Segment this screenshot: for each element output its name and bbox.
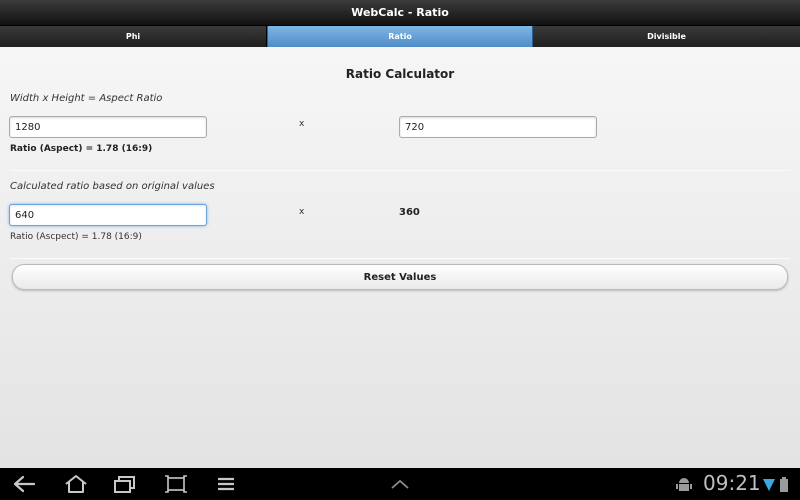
reset-values-label: Reset Values — [363, 271, 437, 283]
android-icon — [676, 478, 692, 491]
app-title-bar: WebCalc - Ratio — [0, 0, 800, 26]
aspect-result: Ratio (Aspect) = 1.78 (16:9) — [10, 144, 153, 154]
main-content: Ratio Calculator Width x Height = Aspect… — [0, 47, 800, 468]
up-chevron-icon[interactable] — [387, 473, 413, 495]
recent-apps-icon[interactable] — [112, 473, 138, 495]
menu-icon[interactable] — [213, 473, 239, 495]
times-sign: x — [299, 119, 305, 129]
calculated-height-value: 360 — [399, 207, 420, 218]
times-sign: x — [299, 207, 305, 217]
new-width-input[interactable] — [9, 204, 207, 226]
battery-icon — [780, 477, 788, 492]
section2-label: Calculated ratio based on original value… — [10, 181, 215, 192]
tab-divisible-label: Divisible — [647, 32, 686, 41]
tab-ratio[interactable]: Ratio — [267, 26, 533, 47]
section1-label: Width x Height = Aspect Ratio — [10, 93, 163, 104]
tab-bar: Phi Ratio Divisible — [0, 26, 800, 47]
back-icon[interactable] — [11, 473, 37, 495]
reset-values-button[interactable]: Reset Values — [12, 264, 788, 290]
home-icon[interactable] — [63, 473, 89, 495]
tab-phi[interactable]: Phi — [0, 26, 267, 47]
tab-ratio-label: Ratio — [388, 32, 412, 41]
clock: 09:21 — [703, 471, 761, 495]
tab-divisible[interactable]: Divisible — [533, 26, 800, 47]
section-divider — [10, 258, 790, 259]
wifi-icon — [763, 479, 775, 491]
width-input[interactable] — [9, 116, 207, 138]
page-title: Ratio Calculator — [345, 67, 455, 81]
height-input[interactable] — [399, 116, 597, 138]
calculated-aspect-result: Ratio (Ascpect) = 1.78 (16:9) — [10, 232, 142, 242]
section-divider — [10, 170, 790, 171]
tab-phi-label: Phi — [125, 32, 141, 41]
system-navigation-bar: 09:21 — [0, 468, 800, 500]
screenshot-icon[interactable] — [163, 473, 189, 495]
app-title: WebCalc - Ratio — [351, 6, 449, 19]
